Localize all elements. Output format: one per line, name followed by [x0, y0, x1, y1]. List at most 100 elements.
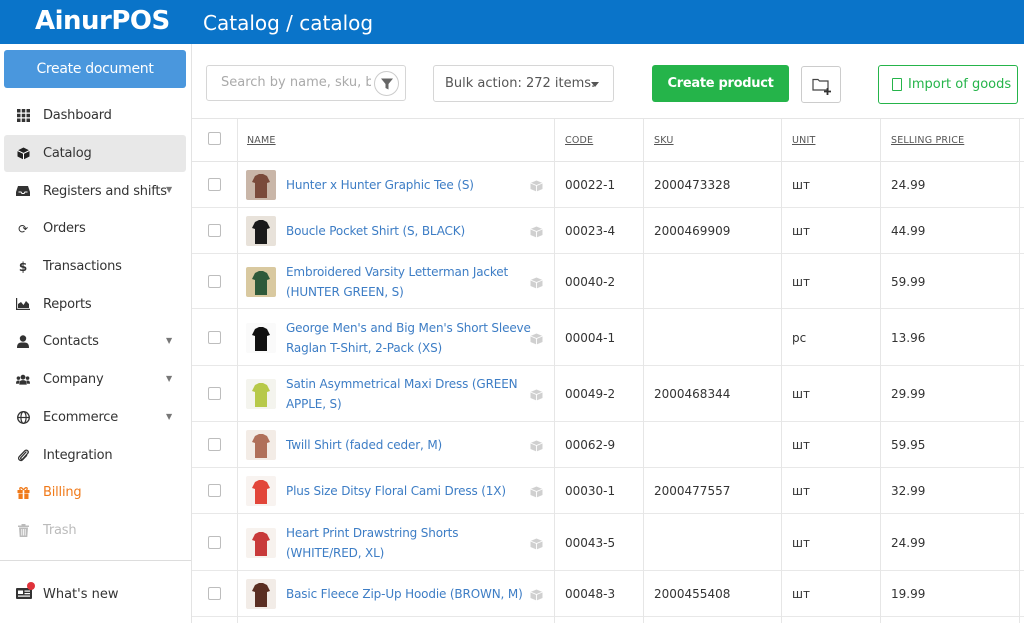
product-name-link[interactable]: Twill Shirt (faded ceder, M) [286, 435, 531, 455]
sidebar-item-label: Trash [43, 522, 77, 538]
main-content: Search by name, sku, barcode Bulk action… [192, 44, 1024, 623]
product-price: 29.99 [891, 387, 926, 401]
product-price: 13.96 [891, 330, 926, 345]
product-thumbnail[interactable] [246, 579, 276, 609]
table-row[interactable]: Twill Shirt (faded ceder, M) 00062-9 шт 59.… [192, 422, 1024, 468]
sidebar-item-trash[interactable]: Trash [4, 512, 186, 550]
product-price: 59.95 [891, 438, 926, 452]
row-checkbox[interactable] [208, 224, 221, 237]
inbox-icon [16, 184, 30, 198]
table-row[interactable]: Satin Asymmetrical Maxi Dress (GREEN APP… [192, 366, 1024, 422]
product-thumbnail[interactable] [246, 476, 276, 506]
products-table: NAME CODE SKU UNIT SELLING PRICE Hunter … [192, 118, 1024, 617]
product-thumbnail[interactable] [246, 266, 276, 297]
product-name-link[interactable]: George Men's and Big Men's Short Sleeve … [286, 318, 531, 358]
product-code: 00043-5 [565, 535, 616, 550]
sidebar-nav: Dashboard Catalog Registers and shifts ▼… [4, 97, 186, 549]
row-checkbox[interactable] [208, 178, 221, 191]
product-thumbnail[interactable] [246, 430, 276, 460]
row-checkbox[interactable] [208, 330, 221, 344]
sidebar-item-ecommerce[interactable]: Ecommerce ▼ [4, 399, 186, 437]
table-row[interactable]: George Men's and Big Men's Short Sleeve … [192, 309, 1024, 366]
column-header-price[interactable]: SELLING PRICE [891, 135, 964, 146]
sidebar-item-integration[interactable]: Integration [4, 436, 186, 474]
sidebar-item-reports[interactable]: Reports [4, 285, 186, 323]
search-input[interactable]: Search by name, sku, barcode [206, 65, 406, 101]
column-header-code[interactable]: CODE [565, 135, 593, 146]
new-folder-button[interactable] [801, 66, 841, 103]
column-header-sku[interactable]: SKU [654, 135, 674, 146]
product-type-icon [530, 333, 544, 344]
sidebar-item-whats-new[interactable]: What's new [4, 576, 186, 612]
table-row[interactable]: Heart Print Drawstring Shorts (WHITE/RED… [192, 514, 1024, 571]
import-goods-button[interactable]: Import of goods [878, 65, 1018, 104]
column-header-name[interactable]: NAME [247, 135, 276, 146]
row-checkbox[interactable] [208, 438, 221, 451]
product-name-link[interactable]: Boucle Pocket Shirt (S, BLACK) [286, 221, 531, 241]
row-checkbox[interactable] [208, 274, 221, 288]
folder-plus-icon [812, 78, 831, 95]
sidebar-item-label: Contacts [43, 334, 99, 350]
table-body: Hunter x Hunter Graphic Tee (S) 00022-1 20… [192, 162, 1024, 617]
column-header-unit[interactable]: UNIT [792, 135, 815, 146]
paperclip-icon [16, 448, 30, 462]
column-divider [1019, 119, 1020, 623]
refresh-icon: ⟳ [18, 221, 28, 236]
brand-logo[interactable]: AinurPOS [35, 6, 170, 36]
row-checkbox[interactable] [208, 387, 221, 400]
product-type-icon [530, 226, 544, 238]
users-icon [16, 373, 30, 387]
product-thumbnail[interactable] [246, 379, 276, 409]
product-thumbnail[interactable] [246, 216, 276, 246]
product-name-link[interactable]: Plus Size Ditsy Floral Cami Dress (1X) [286, 481, 531, 501]
grid-icon [16, 109, 30, 123]
product-unit: шт [792, 438, 810, 452]
filter-button[interactable] [374, 71, 399, 96]
sidebar-item-label: Registers and shifts [43, 183, 167, 199]
product-unit: pc [792, 330, 807, 345]
create-product-button[interactable]: Create product [652, 65, 789, 102]
sidebar-item-label: Catalog [43, 146, 92, 162]
product-name-link[interactable]: Basic Fleece Zip-Up Hoodie (BROWN, M) [286, 584, 531, 604]
product-unit: шт [792, 535, 810, 550]
table-row[interactable]: Plus Size Ditsy Floral Cami Dress (1X) 00… [192, 468, 1024, 514]
table-row[interactable]: Hunter x Hunter Graphic Tee (S) 00022-1 20… [192, 162, 1024, 208]
product-price: 19.99 [891, 587, 926, 601]
sidebar-item-registers[interactable]: Registers and shifts ▼ [4, 172, 186, 210]
product-name-link[interactable]: Satin Asymmetrical Maxi Dress (GREEN APP… [286, 374, 531, 414]
create-document-button[interactable]: Create document [4, 50, 186, 88]
table-header: NAME CODE SKU UNIT SELLING PRICE [192, 118, 1024, 162]
sidebar-item-orders[interactable]: ⟳ Orders [4, 210, 186, 248]
column-divider [237, 119, 238, 623]
table-row[interactable]: Boucle Pocket Shirt (S, BLACK) 00023-4 200… [192, 208, 1024, 254]
product-name-link[interactable]: Hunter x Hunter Graphic Tee (S) [286, 175, 531, 195]
sidebar-item-billing[interactable]: Billing [4, 474, 186, 512]
sidebar-item-contacts[interactable]: Contacts ▼ [4, 323, 186, 361]
product-thumbnail[interactable] [246, 527, 276, 558]
news-icon [16, 582, 35, 601]
bulk-action-select[interactable]: Bulk action: 272 items. [433, 65, 614, 102]
sidebar-item-transactions[interactable]: $ Transactions [4, 248, 186, 286]
row-checkbox[interactable] [208, 535, 221, 549]
trash-icon [16, 523, 30, 537]
product-code: 00004-1 [565, 330, 616, 345]
globe-icon [16, 410, 30, 424]
table-row[interactable]: Basic Fleece Zip-Up Hoodie (BROWN, M) 000… [192, 571, 1024, 617]
sidebar-item-dashboard[interactable]: Dashboard [4, 97, 186, 135]
product-thumbnail[interactable] [246, 322, 276, 353]
chevron-down-icon: ▼ [166, 373, 172, 383]
select-all-checkbox[interactable] [208, 132, 221, 145]
product-code: 00048-3 [565, 587, 616, 601]
product-code: 00049-2 [565, 387, 616, 401]
sidebar-item-company[interactable]: Company ▼ [4, 361, 186, 399]
row-checkbox[interactable] [208, 484, 221, 497]
sidebar-item-catalog[interactable]: Catalog [4, 134, 186, 173]
product-name-link[interactable]: Embroidered Varsity Letterman Jacket (HU… [286, 262, 531, 302]
product-name-link[interactable]: Heart Print Drawstring Shorts (WHITE/RED… [286, 523, 531, 563]
product-type-icon [530, 486, 544, 498]
product-code: 00040-2 [565, 274, 616, 289]
row-checkbox[interactable] [208, 587, 221, 600]
table-row[interactable]: Embroidered Varsity Letterman Jacket (HU… [192, 254, 1024, 309]
notification-dot [27, 582, 35, 590]
product-thumbnail[interactable] [246, 170, 276, 200]
